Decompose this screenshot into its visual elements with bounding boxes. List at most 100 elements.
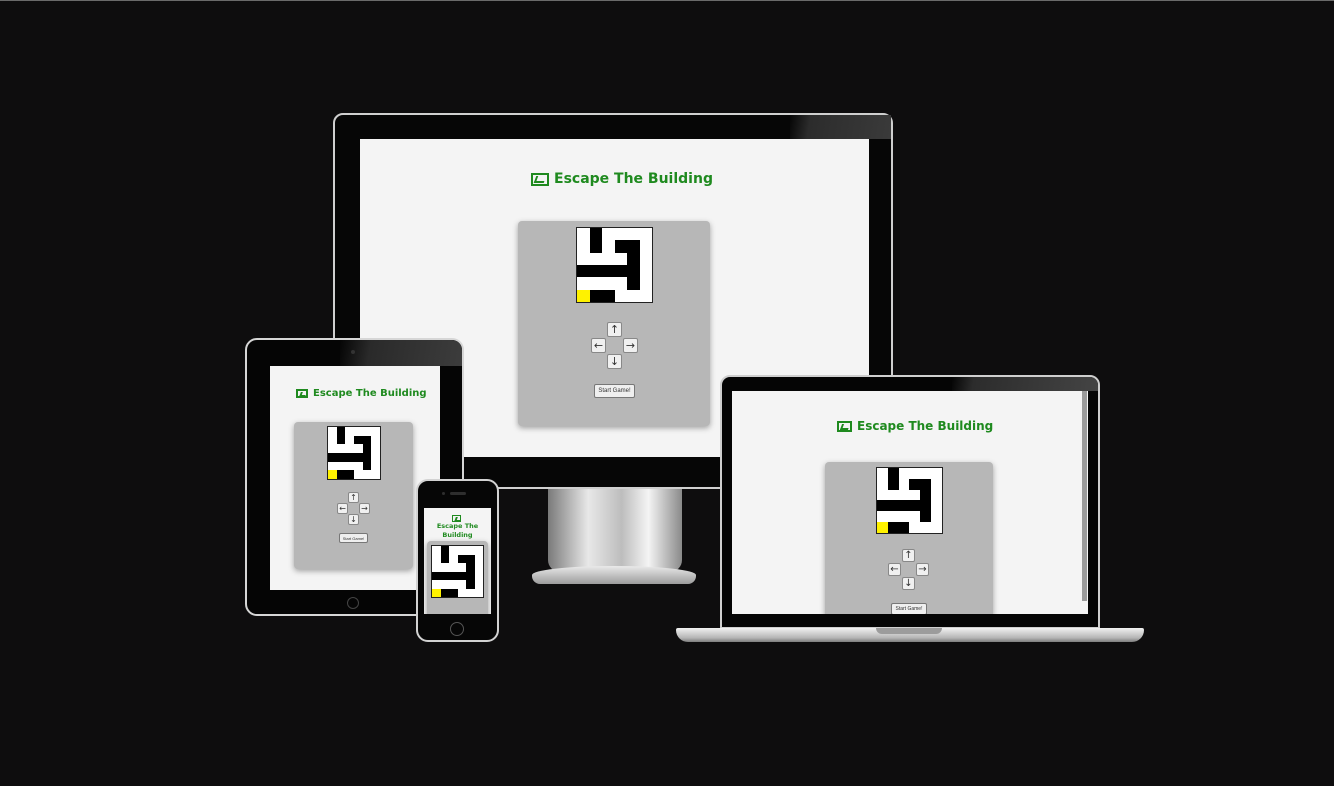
open-cell [877,468,888,479]
arrow-left-button[interactable]: ← [337,503,348,514]
open-cell [577,228,590,241]
open-cell [931,468,942,479]
open-cell [371,453,380,462]
open-cell [577,252,590,265]
open-cell [909,511,921,523]
page-title: Escape The Building [426,515,489,540]
wall-cell [920,511,932,523]
open-cell [362,470,372,479]
wall-cell [362,453,372,462]
scrollbar[interactable] [1082,391,1087,601]
arrow-up-button[interactable]: ↑ [902,549,915,562]
wall-cell [354,453,363,462]
open-cell [432,563,441,572]
open-cell [627,228,640,241]
arrow-up-button[interactable]: ↑ [607,322,622,337]
open-cell [898,478,910,490]
open-cell [432,546,441,555]
wall-cell [887,500,899,512]
open-cell [440,580,449,589]
monitor-glare [790,115,891,139]
open-cell [328,427,337,436]
maze-grid [576,227,653,303]
wall-cell [362,444,372,453]
tablet-glare [340,340,462,366]
arrow-right-button[interactable]: → [359,503,370,514]
open-cell [354,427,363,436]
open-cell [639,240,652,253]
top-border [0,0,1334,1]
wall-cell [440,588,449,597]
open-cell [577,277,590,290]
wall-cell [577,264,590,278]
monitor-stand [548,488,682,572]
arrow-left-button[interactable]: ← [888,563,901,576]
game-panel [427,541,488,614]
wall-cell [354,435,363,445]
open-cell [371,444,380,453]
arrow-right-button[interactable]: → [916,563,929,576]
open-cell [931,511,942,523]
page-title-text: Escape The Building [554,171,713,187]
wall-cell [887,478,899,490]
page-title: Escape The Building [531,171,713,187]
wall-cell [627,240,640,253]
arrow-left-button[interactable]: ← [591,338,606,353]
arrow-down-button[interactable]: ↓ [348,514,359,525]
arrow-down-button[interactable]: ↓ [902,577,915,590]
wall-cell [345,470,354,479]
wall-cell [440,554,449,563]
open-cell [328,435,337,445]
wall-cell [457,554,466,563]
wall-cell [614,240,627,253]
open-cell [449,563,458,572]
open-cell [614,228,627,241]
wall-cell [440,571,449,580]
open-cell [474,571,483,580]
player-cell [577,289,590,302]
wall-cell [898,522,910,533]
open-cell [345,444,354,453]
game-panel: ↑ ← → ↓ Start Game! [825,462,993,614]
open-cell [627,289,640,302]
building-exit-icon [531,172,549,186]
open-cell [920,468,932,479]
start-game-button[interactable]: Start Game! [339,533,368,543]
open-cell [602,228,615,241]
open-cell [371,435,380,445]
start-game-button[interactable]: Start Game! [594,384,635,398]
start-game-button[interactable]: Start Game! [891,603,927,614]
open-cell [457,546,466,555]
page-title: Escape The Building [296,388,427,399]
tablet-home-button [347,597,359,609]
maze-grid [876,467,943,534]
open-cell [887,511,899,523]
open-cell [354,470,363,479]
wall-cell [627,264,640,278]
open-cell [328,444,337,453]
page-title-text: Escape The Building [436,522,479,539]
arrow-up-button[interactable]: ↑ [348,492,359,503]
open-cell [877,489,888,501]
open-cell [345,461,354,471]
arrow-down-button[interactable]: ↓ [607,354,622,369]
open-cell [457,563,466,572]
open-cell [474,563,483,572]
wall-cell [449,588,458,597]
open-cell [577,240,590,253]
wall-cell [627,252,640,265]
open-cell [371,461,380,471]
arrow-right-button[interactable]: → [623,338,638,353]
open-cell [371,427,380,436]
page-title-text: Escape The Building [857,419,994,433]
open-cell [909,522,921,533]
game-panel: ↑ ← → ↓ Start Game! [518,221,710,426]
wall-cell [336,453,346,462]
laptop-screen: Escape The Building ↑ ← → ↓ Start Game! [732,391,1088,614]
wall-cell [589,228,602,241]
wall-cell [877,500,888,512]
open-cell [602,252,615,265]
open-cell [920,522,932,533]
open-cell [639,277,652,290]
phone-home-button [450,622,464,636]
